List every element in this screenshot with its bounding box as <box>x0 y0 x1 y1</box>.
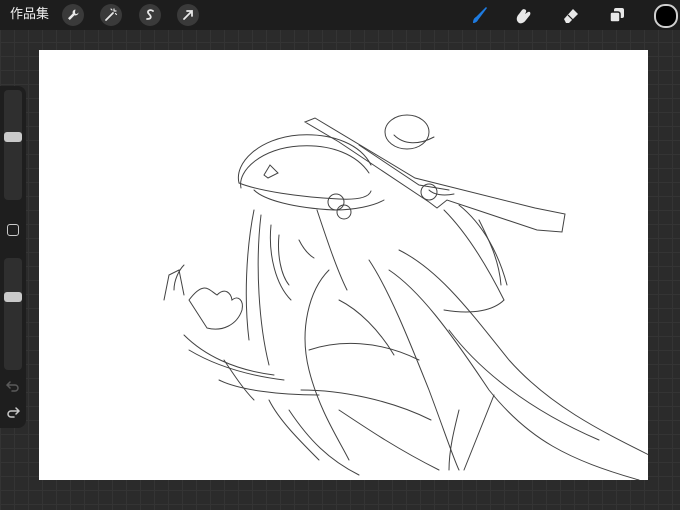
drawing-canvas[interactable] <box>39 50 648 480</box>
eraser-icon[interactable] <box>560 4 582 26</box>
undo-icon[interactable] <box>5 378 21 394</box>
opacity-handle[interactable] <box>4 292 22 302</box>
magic-wand-icon[interactable] <box>100 4 122 26</box>
transform-arrow-icon[interactable] <box>177 4 199 26</box>
redo-icon[interactable] <box>5 404 21 420</box>
layers-icon[interactable] <box>606 4 628 26</box>
brush-size-handle[interactable] <box>4 132 22 142</box>
opacity-slider[interactable] <box>4 258 22 370</box>
wrench-icon[interactable] <box>62 4 84 26</box>
color-picker-button[interactable] <box>654 4 678 28</box>
smudge-icon[interactable] <box>512 4 534 26</box>
brush-icon[interactable] <box>469 4 491 26</box>
left-sidebar <box>0 86 26 428</box>
modify-button[interactable] <box>7 224 19 236</box>
selection-icon[interactable] <box>139 4 161 26</box>
gallery-button[interactable]: 作品集 <box>10 6 49 24</box>
brush-size-slider[interactable] <box>4 90 22 200</box>
top-toolbar: 作品集 <box>0 0 680 30</box>
sketch-artwork <box>163 114 648 480</box>
